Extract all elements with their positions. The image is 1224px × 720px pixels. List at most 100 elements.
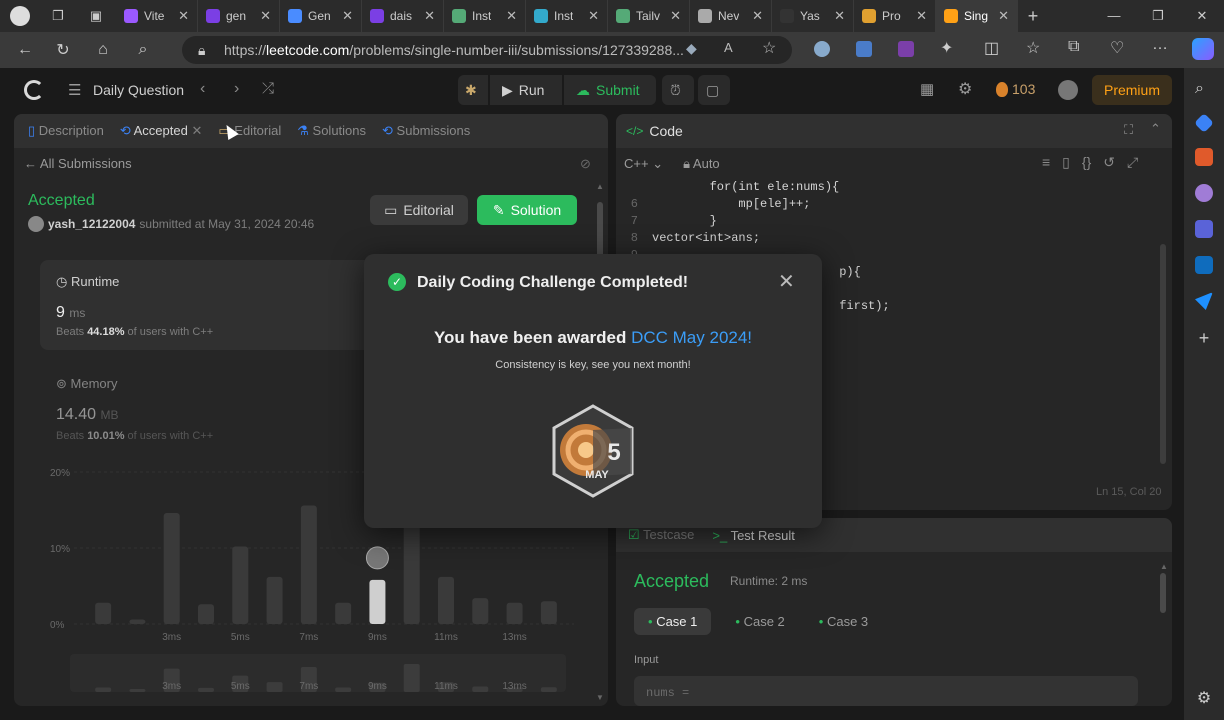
next-question-icon[interactable]: › (234, 80, 239, 98)
layout-icon[interactable]: ▦ (920, 80, 934, 98)
submitter-name[interactable]: yash_12122004 (48, 217, 135, 231)
runtime-bar[interactable] (163, 513, 180, 624)
braces-icon[interactable]: {} (1082, 154, 1091, 171)
favorite-star-icon[interactable]: ☆ (762, 38, 776, 58)
close-dialog-icon[interactable]: ✕ (778, 269, 795, 294)
favorites-icon[interactable]: ☆ (1026, 38, 1040, 58)
result-scrollbar[interactable]: ▲ (1160, 562, 1168, 702)
send-icon[interactable] (1195, 292, 1213, 310)
profile-icon[interactable] (0, 0, 40, 32)
all-submissions-link[interactable]: ← All Submissions (24, 156, 132, 171)
runtime-bar[interactable] (198, 604, 214, 624)
browser-tab[interactable]: gen ✕ (198, 0, 280, 32)
solution-button[interactable]: ✎ Solution (477, 195, 577, 225)
reset-icon[interactable]: ↺ (1103, 154, 1115, 171)
close-tab-icon[interactable]: ✕ (588, 8, 599, 24)
restore-button[interactable]: ❐ (1136, 8, 1180, 24)
runtime-bar[interactable] (506, 602, 523, 624)
sidebar-settings-icon[interactable]: ⚙ (1197, 688, 1211, 708)
browser-tab[interactable]: Inst ✕ (526, 0, 608, 32)
notes-icon[interactable]: ▢ (698, 75, 730, 105)
browser-tab[interactable]: dais ✕ (362, 0, 444, 32)
leetcode-logo[interactable] (24, 80, 44, 100)
code-line[interactable]: 8 vector<int>ans; (616, 231, 1156, 248)
runtime-bar[interactable] (129, 619, 146, 624)
read-aloud-icon[interactable]: A (724, 40, 733, 55)
collections-icon[interactable]: ⧉ (1068, 38, 1079, 56)
close-tab-icon[interactable]: ✕ (916, 8, 927, 24)
code-line[interactable]: 7 } (616, 214, 1156, 231)
runtime-bar[interactable] (232, 546, 249, 624)
outlook-icon[interactable] (1195, 256, 1213, 274)
back-icon[interactable]: ← (10, 35, 40, 65)
runtime-bar[interactable] (335, 602, 352, 624)
close-tab-icon[interactable]: ✕ (834, 8, 845, 24)
search-icon[interactable]: ⌕ (128, 35, 158, 65)
code-scrollbar[interactable] (1160, 244, 1166, 464)
runtime-bar[interactable] (438, 576, 454, 624)
tab-submissions[interactable]: ⟲ Submissions (382, 123, 470, 139)
runtime-bar[interactable] (300, 505, 317, 624)
share-link-icon[interactable]: ⊘ (580, 156, 591, 172)
copilot-icon[interactable] (1192, 38, 1214, 60)
tools-icon[interactable] (1195, 148, 1213, 166)
code-line[interactable]: for(int ele:nums){ (616, 180, 1156, 197)
tab-test-result[interactable]: >_ Test Result (712, 528, 795, 543)
performance-icon[interactable]: ♡ (1110, 38, 1124, 58)
minimize-button[interactable]: — (1092, 8, 1136, 24)
tab-solutions[interactable]: ⚗ Solutions (297, 123, 366, 139)
browser-tab[interactable]: Inst ✕ (444, 0, 526, 32)
runtime-bar[interactable] (472, 598, 489, 624)
tab-testcase[interactable]: ☑ Testcase (628, 527, 694, 543)
browser-tab[interactable]: Nev ✕ (690, 0, 772, 32)
tab-description[interactable]: ▯ Description (28, 123, 104, 139)
extension-2-icon[interactable] (856, 41, 872, 57)
award-badge-name[interactable]: DCC May 2024! (631, 328, 752, 347)
runtime-bar[interactable] (540, 601, 557, 624)
case-tab-3[interactable]: • Case 3 (809, 608, 878, 635)
browser-tab[interactable]: Sing ✕ (936, 0, 1018, 32)
auto-mode[interactable]: 🔒︎ Auto (683, 156, 720, 172)
user-avatar[interactable] (28, 216, 44, 232)
left-scrollbar-thumb[interactable] (597, 202, 603, 262)
m365-icon[interactable] (1195, 220, 1213, 238)
editorial-button[interactable]: ▭ Editorial (370, 195, 468, 225)
home-icon[interactable]: ⌂ (88, 35, 118, 65)
tab-accepted[interactable]: ⟲ Accepted ✕ (120, 123, 203, 139)
close-tab-icon[interactable]: ✕ (506, 8, 517, 24)
timer-icon[interactable]: ⏰︎ (662, 75, 694, 105)
close-tab-icon[interactable]: ✕ (178, 8, 189, 24)
browser-tab[interactable]: Tailv ✕ (608, 0, 690, 32)
close-tab-icon[interactable]: ✕ (191, 123, 202, 138)
runtime-bar[interactable] (369, 579, 386, 624)
close-window-button[interactable]: ✕ (1180, 8, 1224, 24)
url-input[interactable]: 🔒︎ https://leetcode.com/problems/single-… (182, 36, 792, 64)
case-tab-1[interactable]: • Case 1 (634, 608, 712, 635)
extension-3-icon[interactable] (898, 41, 914, 57)
problem-list-icon[interactable]: ☰ (68, 81, 81, 99)
close-tab-icon[interactable]: ✕ (260, 8, 271, 24)
more-icon[interactable]: … (1152, 36, 1168, 54)
expand-icon[interactable]: ⤢ (1127, 154, 1138, 171)
runtime-bar[interactable] (95, 602, 112, 624)
result-scrollbar-thumb[interactable] (1160, 573, 1166, 613)
settings-icon[interactable]: ⚙ (958, 79, 972, 99)
browser-tab[interactable]: Vite ✕ (116, 0, 198, 32)
code-line[interactable]: 6 mp[ele]++; (616, 197, 1156, 214)
case-tab-2[interactable]: • Case 2 (725, 608, 794, 635)
close-tab-icon[interactable]: ✕ (342, 8, 353, 24)
tab-actions-icon[interactable]: ▣ (76, 0, 116, 32)
shopping-tag-icon[interactable] (1194, 113, 1214, 133)
runtime-bar[interactable] (266, 576, 283, 624)
split-screen-icon[interactable]: ◫ (984, 38, 999, 58)
extension-1-icon[interactable] (814, 41, 830, 57)
shuffle-icon[interactable]: ⤮ (262, 80, 274, 97)
refresh-icon[interactable]: ↻ (48, 35, 78, 65)
close-tab-icon[interactable]: ✕ (752, 8, 763, 24)
add-sidebar-app-icon[interactable]: + (1199, 328, 1210, 349)
browser-tab[interactable]: Yas ✕ (772, 0, 854, 32)
new-tab-button[interactable]: + (1018, 0, 1048, 32)
collapse-icon[interactable]: ⌃ (1150, 121, 1161, 137)
workspaces-icon[interactable]: ❐ (40, 0, 76, 32)
format-icon[interactable]: ≡ (1042, 154, 1050, 171)
